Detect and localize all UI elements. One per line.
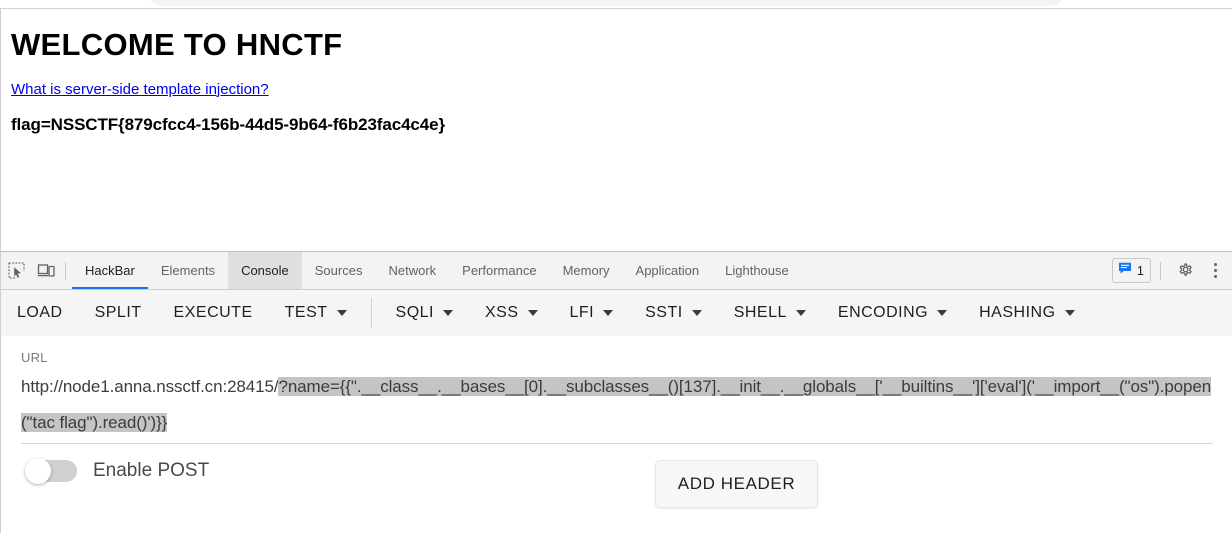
tab-label: Network: [388, 263, 437, 278]
device-toolbar-icon[interactable]: [31, 252, 61, 289]
hackbar-button-label: TEST: [284, 304, 328, 321]
tab-performance[interactable]: Performance: [449, 252, 549, 289]
tabstrip-right-divider: [1160, 261, 1161, 280]
chevron-down-icon: [937, 310, 948, 316]
tab-label: Sources: [314, 263, 363, 278]
message-count-value: 1: [1136, 263, 1144, 278]
url-field-group: URL http://node1.anna.nssctf.cn:28415/?n…: [21, 350, 1213, 444]
tabstrip-right-controls: 1: [1111, 252, 1232, 289]
flag-output-text: flag=NSSCTF{879cfcc4-156b-44d5-9b64-f6b2…: [11, 114, 446, 134]
enable-post-switch[interactable]: [25, 458, 77, 484]
ssti-info-link[interactable]: What is server-side template injection?: [11, 81, 269, 98]
hackbar-encoding-menu[interactable]: ENCODING: [822, 290, 963, 336]
tab-label: Console: [241, 263, 289, 278]
hackbar-test-menu[interactable]: TEST: [269, 290, 363, 336]
message-count-badge[interactable]: 1: [1111, 258, 1151, 283]
page-viewport: WELCOME TO HNCTF What is server-side tem…: [0, 8, 1232, 251]
hackbar-load-button[interactable]: LOAD: [1, 290, 79, 336]
inspect-element-icon[interactable]: [1, 252, 31, 289]
hackbar-toolbar: LOAD SPLIT EXECUTE TEST SQLI XSS LFI SST…: [1, 290, 1232, 336]
chevron-down-icon: [603, 310, 614, 316]
hackbar-button-label: LOAD: [17, 304, 63, 321]
tab-label: Lighthouse: [725, 263, 789, 278]
kebab-menu-icon[interactable]: [1204, 263, 1226, 278]
gear-icon[interactable]: [1170, 262, 1200, 280]
chevron-down-icon: [1064, 310, 1075, 316]
hackbar-body: URL http://node1.anna.nssctf.cn:28415/?n…: [1, 336, 1232, 522]
tab-sources[interactable]: Sources: [302, 252, 376, 289]
tab-console[interactable]: Console: [228, 252, 302, 289]
message-bubble-icon: [1118, 261, 1132, 280]
tab-lighthouse[interactable]: Lighthouse: [712, 252, 802, 289]
enable-post-toggle-row[interactable]: Enable POST: [25, 458, 210, 484]
url-field-label: URL: [21, 350, 48, 365]
tab-label: Elements: [160, 263, 216, 278]
hackbar-bottom-row: Enable POST ADD HEADER: [21, 452, 1212, 522]
enable-post-label: Enable POST: [93, 460, 210, 481]
tab-label: Performance: [462, 263, 537, 278]
tab-memory[interactable]: Memory: [550, 252, 623, 289]
devtools-panel: HackBar Elements Console Sources Network…: [0, 251, 1232, 533]
hackbar-button-label: LFI: [569, 304, 595, 321]
hackbar-ssti-menu[interactable]: SSTI: [629, 290, 718, 336]
chevron-down-icon: [795, 310, 806, 316]
hackbar-sqli-menu[interactable]: SQLI: [380, 290, 469, 336]
hackbar-xss-menu[interactable]: XSS: [469, 290, 554, 336]
chevron-down-icon: [691, 310, 702, 316]
ssti-link-row: What is server-side template injection?: [1, 63, 1232, 99]
tab-network[interactable]: Network: [375, 252, 449, 289]
url-text-unselected: http://node1.anna.nssctf.cn:28415/: [21, 377, 279, 396]
url-input[interactable]: http://node1.anna.nssctf.cn:28415/?name=…: [21, 369, 1213, 444]
hackbar-button-label: SHELL: [733, 304, 787, 321]
hackbar-button-label: ENCODING: [837, 304, 929, 321]
tab-hackbar[interactable]: HackBar: [72, 252, 148, 289]
hackbar-toolbar-divider: [370, 298, 372, 328]
hackbar-button-label: SSTI: [645, 304, 683, 321]
hackbar-button-label: SQLI: [395, 304, 434, 321]
chevron-down-icon: [527, 310, 538, 316]
devtools-tab-strip: HackBar Elements Console Sources Network…: [1, 252, 1232, 290]
chevron-down-icon: [442, 310, 453, 316]
tab-label: Memory: [562, 263, 610, 278]
tab-application[interactable]: Application: [623, 252, 713, 289]
hackbar-hashing-menu[interactable]: HASHING: [963, 290, 1090, 336]
tab-elements[interactable]: Elements: [148, 252, 228, 289]
tabstrip-divider: [65, 261, 66, 280]
tab-label: HackBar: [85, 263, 135, 278]
page-title: WELCOME TO HNCTF: [11, 27, 343, 62]
add-header-button[interactable]: ADD HEADER: [655, 460, 818, 508]
hackbar-split-button[interactable]: SPLIT: [79, 290, 158, 336]
hackbar-button-label: XSS: [484, 304, 519, 321]
hackbar-shell-menu[interactable]: SHELL: [718, 290, 822, 336]
hackbar-execute-button[interactable]: EXECUTE: [158, 290, 269, 336]
hackbar-button-label: SPLIT: [94, 304, 142, 321]
chevron-down-icon: [336, 310, 347, 316]
browser-chrome-strip: [0, 0, 1232, 8]
omnibox-bottom-edge: [148, 0, 1065, 6]
toggle-knob: [25, 458, 51, 484]
hackbar-button-label: EXECUTE: [173, 304, 253, 321]
hackbar-lfi-menu[interactable]: LFI: [554, 290, 630, 336]
hackbar-button-label: HASHING: [979, 304, 1056, 321]
tab-label: Application: [635, 263, 700, 278]
